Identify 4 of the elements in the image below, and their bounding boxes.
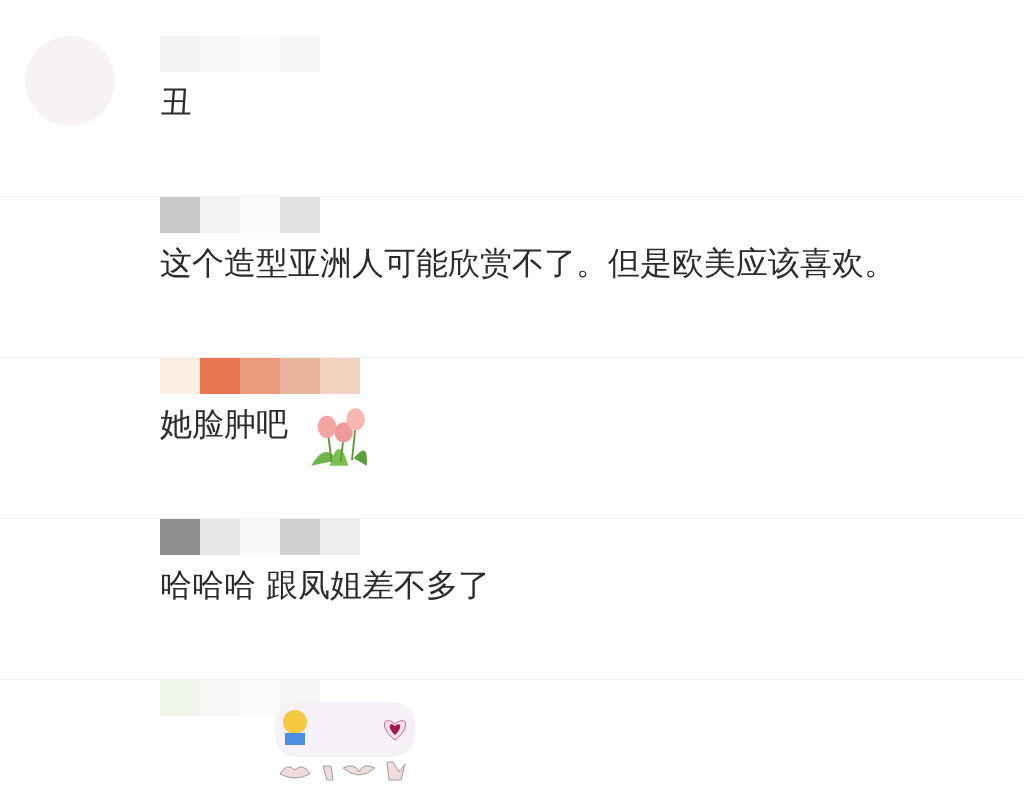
comment-text: 这个造型亚洲人可能欣赏不了。但是欧美应该喜欢。 (160, 243, 896, 284)
comment-text: 她脸肿吧 (160, 404, 288, 445)
comment-text: 哈哈哈 跟凤姐差不多了 (160, 565, 491, 606)
comment-text: 丑 (160, 82, 192, 123)
